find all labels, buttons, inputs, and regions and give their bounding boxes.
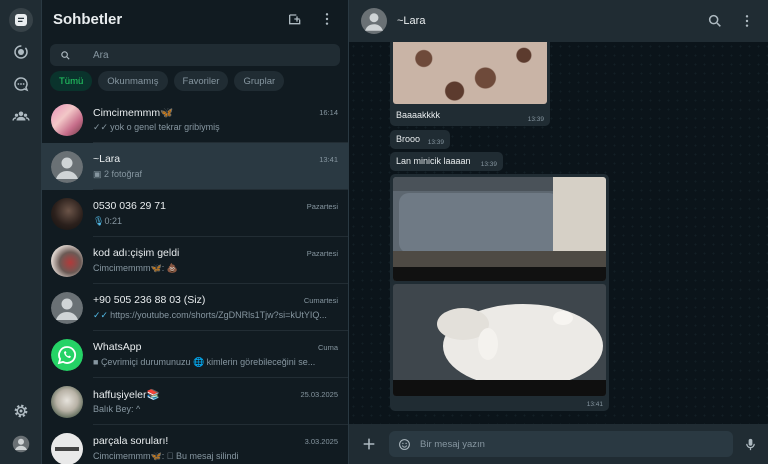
message-bubble[interactable]: Brooo 13:39	[390, 130, 450, 149]
video-icon: ■	[93, 357, 101, 367]
message-time: 13:39	[527, 116, 544, 123]
chat-name: parçala soruları!	[93, 435, 169, 447]
message-composer	[349, 424, 768, 464]
chat-row[interactable]: kod adı:çişim geldi Pazartesi Cimcimemmm…	[42, 237, 348, 284]
menu-dots-icon[interactable]	[736, 10, 758, 32]
chat-time: 16:14	[319, 108, 338, 117]
avatar	[51, 197, 83, 230]
chat-time: Cumartesi	[303, 296, 338, 305]
chat-name: +90 505 236 88 03 (Siz)	[93, 294, 206, 306]
microphone-icon[interactable]	[743, 437, 758, 452]
chat-name: haffuşiyeler📚	[93, 389, 160, 401]
chat-row[interactable]: WhatsApp Cuma ■ Çevrimiçi durumunuzu 🌐 k…	[42, 331, 348, 378]
chat-time: Pazartesi	[306, 202, 338, 211]
whatsapp-logo-icon	[51, 338, 83, 371]
message-bubble[interactable]: Baaaakkkk 13:39	[390, 42, 550, 126]
chat-row[interactable]: haffuşiyeler📚 25.03.2025 Balık Bey: ^	[42, 378, 348, 425]
chat-name: ~Lara	[93, 153, 121, 165]
channels-icon[interactable]	[9, 72, 33, 96]
search-input[interactable]	[93, 49, 313, 61]
chat-name: 0530 036 29 71	[93, 200, 166, 212]
avatar	[51, 244, 83, 277]
avatar	[51, 103, 83, 136]
filter-chip-groups[interactable]: Gruplar	[234, 71, 285, 91]
message-bubble[interactable]: Lan minicik laaaan 13:39	[390, 152, 503, 171]
chat-name: Cimcimemmm🦋	[93, 107, 174, 119]
read-ticks-icon: ✓✓	[93, 310, 109, 320]
chat-time: 13:41	[319, 155, 338, 164]
avatar	[51, 385, 83, 418]
filter-chips: Tümü Okunmamış Favoriler Gruplar	[42, 66, 348, 92]
chat-preview: ▣ 2 fotoğraf	[93, 169, 143, 179]
search-icon	[61, 50, 70, 60]
avatar	[51, 291, 83, 324]
chat-list-header: Sohbetler	[42, 0, 348, 38]
chat-preview: Cimcimemmm🦋: 💩	[93, 263, 178, 273]
status-icon[interactable]	[9, 40, 33, 64]
chat-row[interactable]: 0530 036 29 71 Pazartesi 🎙︎0:21	[42, 190, 348, 237]
chat-preview: ✓✓ yok o genel tekrar gribiymiş	[93, 122, 220, 132]
emoji-icon[interactable]	[398, 438, 411, 451]
message-input[interactable]	[420, 438, 670, 450]
attach-plus-icon[interactable]	[361, 436, 377, 452]
photo-icon: ▣	[93, 169, 105, 179]
photo-album-bubble[interactable]: 13:41	[390, 174, 609, 411]
avatar	[51, 432, 83, 464]
message-time: 13:39	[427, 139, 444, 146]
chat-preview: 🎙︎0:21	[93, 216, 122, 226]
chat-preview: ✓✓ https://youtube.com/shorts/ZgDNRls1Tjw…	[93, 310, 327, 320]
filter-chip-all[interactable]: Tümü	[50, 71, 93, 91]
chat-name: WhatsApp	[93, 341, 142, 353]
chat-rows: Cimcimemmm🦋 16:14 ✓✓ yok o genel tekrar g…	[42, 96, 348, 464]
avatar	[51, 150, 83, 183]
album-photo[interactable]	[393, 284, 606, 396]
chat-preview: ■ Çevrimiçi durumunuzu 🌐 kimlerin görebi…	[93, 357, 316, 367]
conversation-panel: ~Lara Baaaakkkk 13:39 Brooo 13:39 Lan mi…	[349, 0, 768, 464]
message-input-box	[389, 431, 733, 457]
read-ticks-icon: ✓✓	[93, 122, 109, 132]
search-bar	[50, 44, 340, 66]
chat-time: 25.03.2025	[300, 390, 338, 399]
chat-name: kod adı:çişim geldi	[93, 247, 180, 259]
chat-preview: Balık Bey: ^	[93, 404, 141, 414]
chat-row-selected[interactable]: ~Lara 13:41 ▣ 2 fotoğraf	[42, 143, 348, 190]
contact-name: ~Lara	[397, 15, 426, 27]
navigation-rail	[0, 0, 42, 464]
message-text: Baaaakkkk	[396, 110, 441, 120]
chat-list-panel: Sohbetler Tümü Okunmamış Favoriler Grupl…	[42, 0, 349, 464]
chat-time: 3.03.2025	[304, 437, 338, 446]
filter-chip-unread[interactable]: Okunmamış	[98, 71, 168, 91]
message-photo[interactable]	[393, 42, 547, 104]
chats-icon[interactable]	[9, 8, 33, 32]
communities-icon[interactable]	[9, 104, 33, 128]
message-time: 13:41	[586, 401, 603, 408]
page-title: Sohbetler	[53, 10, 123, 28]
chat-time: Pazartesi	[306, 249, 338, 258]
microphone-icon: 🎙︎	[93, 216, 105, 226]
filter-chip-favorites[interactable]: Favoriler	[173, 71, 229, 91]
message-time: 13:39	[480, 161, 497, 168]
album-photo[interactable]	[393, 177, 606, 281]
search-icon[interactable]	[704, 10, 726, 32]
chat-row[interactable]: +90 505 236 88 03 (Siz) Cumartesi ✓✓ http…	[42, 284, 348, 331]
chat-row[interactable]: parçala soruları! 3.03.2025 Cimcimemmm🦋:…	[42, 425, 348, 464]
profile-avatar[interactable]	[9, 432, 33, 456]
message-text: Brooo	[396, 134, 421, 144]
chat-time: Cuma	[317, 343, 338, 352]
chat-row[interactable]: Cimcimemmm🦋 16:14 ✓✓ yok o genel tekrar g…	[42, 96, 348, 143]
chat-preview: Cimcimemmm🦋: ⃠ Bu mesaj silindi	[93, 451, 239, 461]
conversation-header[interactable]: ~Lara	[349, 0, 768, 42]
message-area: Baaaakkkk 13:39 Brooo 13:39 Lan minicik …	[349, 42, 768, 424]
settings-icon[interactable]	[9, 399, 33, 423]
contact-avatar[interactable]	[361, 8, 387, 34]
new-chat-icon[interactable]	[284, 8, 306, 30]
message-text: Lan minicik laaaan	[396, 156, 471, 166]
menu-dots-icon[interactable]	[316, 8, 338, 30]
